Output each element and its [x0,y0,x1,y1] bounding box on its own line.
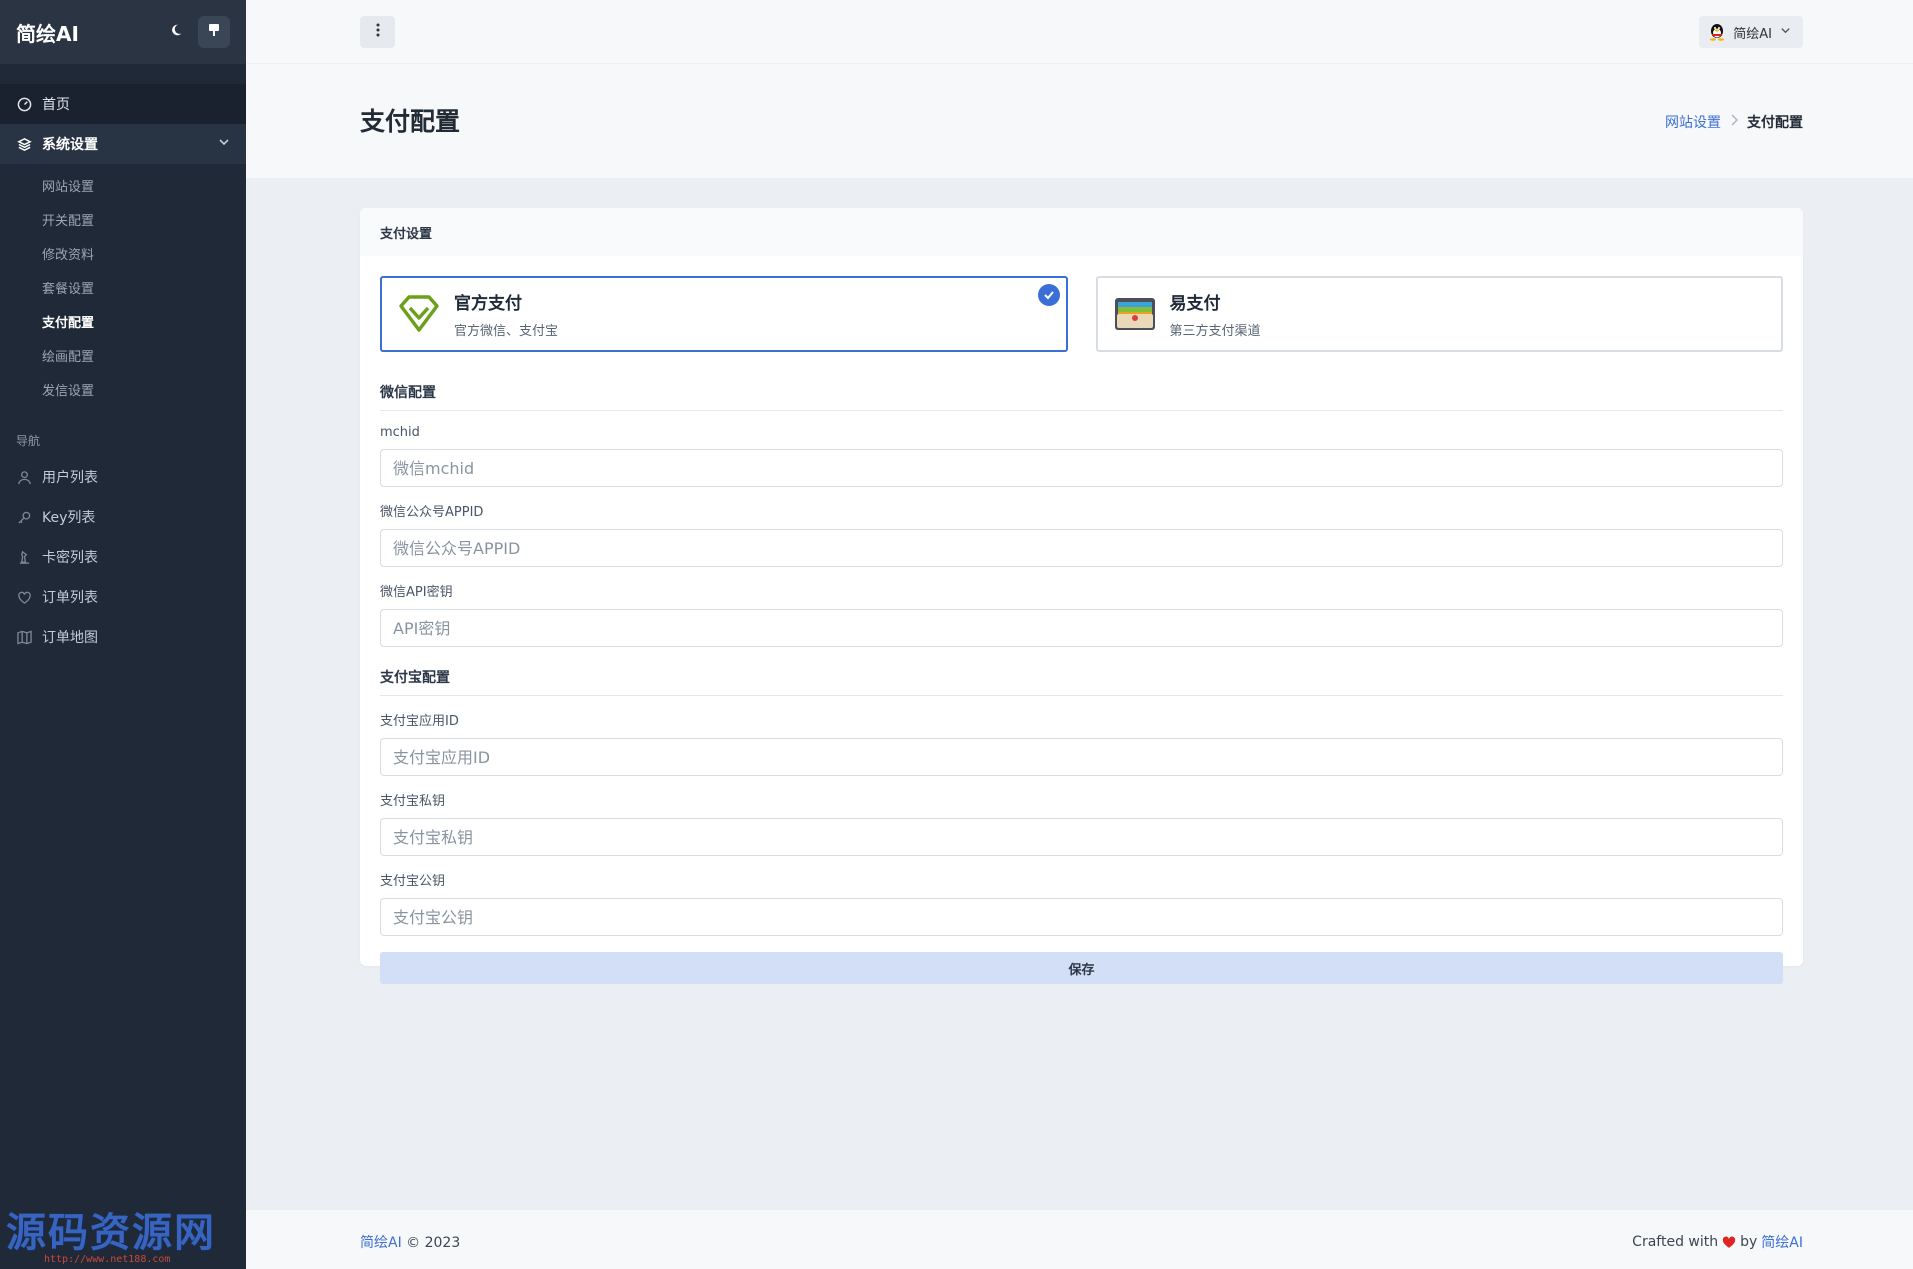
check-circle-icon [1037,284,1060,306]
wechat-section-title: 微信配置 [380,382,1783,411]
chess-icon [16,549,32,565]
sidebar-item-card-list[interactable]: 卡密列表 [0,537,246,577]
more-vertical-icon [376,23,380,41]
alipay-app-id-label: 支付宝应用ID [380,714,459,729]
sidebar-item-label: 系统设置 [42,137,98,153]
layers-icon [16,136,32,152]
sidebar-item-label: 订单地图 [42,630,98,646]
watermark: 源码资源网 http://www.net188.com [6,1200,216,1265]
sidebar: 简绘AI 首页 系统设置 网站设置 开关配置 修改资料 套餐设置 支付配置 绘画… [0,0,246,1269]
sidebar-item-label: 订单列表 [42,590,98,606]
wallet-icon [1112,291,1158,337]
sidebar-item-payment-config[interactable]: 支付配置 [0,304,246,338]
alipay-section-title: 支付宝配置 [380,667,1783,696]
sidebar-toggle-button[interactable] [360,16,395,48]
payment-option-desc: 第三方支付渠道 [1169,324,1261,339]
footer: 简绘AI © 2023 Crafted with by 简绘AI [246,1210,1913,1269]
sidebar-item-key-list[interactable]: Key列表 [0,497,246,537]
breadcrumb-current: 支付配置 [1747,115,1803,131]
key-icon [16,509,32,525]
by-text: by [1740,1234,1758,1250]
sidebar-item-label: 用户列表 [42,470,98,486]
map-icon [16,629,32,645]
sidebar-header: 简绘AI [0,0,246,64]
sidebar-item-mail-settings[interactable]: 发信设置 [0,372,246,406]
api-key-label: 微信API密钥 [380,585,453,600]
alipay-private-key-input[interactable] [380,818,1783,856]
alipay-app-id-input[interactable] [380,738,1783,776]
dashboard-icon [16,96,32,112]
crafted-text: Crafted with [1632,1234,1719,1250]
breadcrumb: 网站设置 支付配置 [1665,112,1803,132]
user-name: 简绘AI [1733,26,1772,42]
appid-input[interactable] [380,529,1783,567]
footer-brand-link[interactable]: 简绘AI [360,1235,402,1251]
sidebar-item-order-list[interactable]: 订单列表 [0,577,246,617]
footer-brand-link-2[interactable]: 简绘AI [1761,1232,1803,1252]
api-key-input[interactable] [380,609,1783,647]
topbar: 简绘AI [246,0,1913,64]
sidebar-item-home[interactable]: 首页 [0,84,246,124]
page-header: 支付配置 网站设置 支付配置 [246,64,1913,178]
chevron-right-icon [1729,114,1739,130]
watermark-text: 源码资源网 [6,1210,216,1256]
page-title: 支付配置 [360,107,461,136]
sidebar-item-user-list[interactable]: 用户列表 [0,457,246,497]
sidebar-item-label: Key列表 [42,510,96,526]
qq-penguin-avatar [1709,23,1725,41]
sidebar-item-label: 卡密列表 [42,550,98,566]
sidebar-group-system-settings[interactable]: 系统设置 [0,124,246,164]
mchid-label: mchid [380,425,420,440]
sidebar-style-button[interactable] [198,16,230,48]
sidebar-item-drawing-config[interactable]: 绘画配置 [0,338,246,372]
heart-icon [1722,1236,1736,1249]
appid-label: 微信公众号APPID [380,505,484,520]
card-header: 支付设置 [360,208,1803,256]
sidebar-item-order-map[interactable]: 订单地图 [0,617,246,657]
chevron-down-icon [218,136,230,152]
user-icon [16,469,32,485]
sidebar-item-package-settings[interactable]: 套餐设置 [0,270,246,304]
footer-credits: Crafted with by 简绘AI [1632,1232,1803,1252]
sidebar-nav-heading: 导航 [16,434,41,448]
payment-option-title: 易支付 [1169,294,1221,314]
diamond-heart-icon [396,291,442,337]
dark-mode-toggle[interactable] [160,16,192,48]
payment-option-epay[interactable]: 易支付 第三方支付渠道 [1095,276,1783,352]
mchid-input[interactable] [380,449,1783,487]
copyright-text: © 2023 [406,1235,461,1251]
sidebar-submenu: 网站设置 开关配置 修改资料 套餐设置 支付配置 绘画配置 发信设置 [0,164,246,412]
alipay-public-key-label: 支付宝公钥 [380,874,446,889]
payment-method-options: 官方支付 官方微信、支付宝 易支付 第三方支付渠道 [380,276,1783,352]
heart-icon [16,589,32,605]
brand-logo[interactable]: 简绘AI [16,18,154,47]
payment-settings-card: 支付设置 官方支付 官方微信、支付宝 易支付 第三方支付渠道 微信配置 mchi… [360,208,1803,984]
footer-copyright: 简绘AI © 2023 [360,1232,460,1252]
save-button[interactable]: 保存 [380,952,1783,984]
sidebar-item-switch-config[interactable]: 开关配置 [0,202,246,236]
user-menu-button[interactable]: 简绘AI [1699,16,1803,48]
moon-icon [169,23,183,41]
alipay-public-key-input[interactable] [380,898,1783,936]
sidebar-item-label: 首页 [42,97,70,113]
paint-brush-icon [208,23,220,41]
sidebar-item-site-settings[interactable]: 网站设置 [0,168,246,202]
alipay-private-key-label: 支付宝私钥 [380,794,446,809]
sidebar-item-edit-profile[interactable]: 修改资料 [0,236,246,270]
breadcrumb-link-site-settings[interactable]: 网站设置 [1665,112,1721,132]
payment-option-desc: 官方微信、支付宝 [454,324,559,339]
chevron-down-icon [1780,25,1791,40]
payment-option-official[interactable]: 官方支付 官方微信、支付宝 [380,276,1068,352]
payment-option-title: 官方支付 [454,294,522,314]
